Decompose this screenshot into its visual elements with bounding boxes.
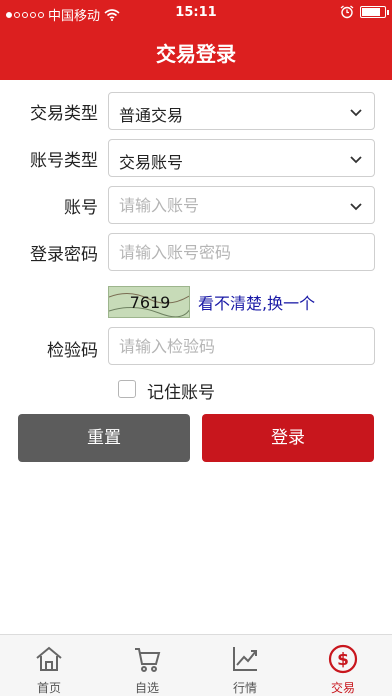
chart-icon [233,647,257,671]
tab-label: 交易 [330,681,355,695]
tab-label: 行情 [232,681,257,695]
verify-code-label: 检验码 [47,341,98,361]
account-type-label: 账号类型 [30,151,98,171]
chevron-down-icon[interactable] [348,198,364,214]
captcha-image[interactable]: 7619 [108,286,190,318]
account-label: 账号 [64,198,98,218]
password-input[interactable] [109,234,374,270]
captcha-code: 7619 [129,293,171,312]
tab-market[interactable]: 行情 [196,635,294,696]
nav-bar: 交易登录 [0,26,392,80]
alarm-icon [340,5,354,19]
trade-type-value: 普通交易 [119,106,184,125]
battery-icon [360,6,389,18]
tab-home[interactable]: 首页 [0,635,98,696]
trade-type-label: 交易类型 [30,104,98,124]
svg-text:$: $ [337,650,349,670]
dollar-icon: $ [328,644,358,674]
chevron-down-icon [350,109,362,117]
tab-label: 自选 [134,681,159,695]
account-type-value: 交易账号 [119,153,184,172]
status-right [340,5,389,19]
remember-account-label[interactable]: 记住账号 [147,378,215,403]
password-field[interactable] [108,233,375,271]
tab-watchlist[interactable]: 自选 [98,635,196,696]
account-input[interactable] [109,187,374,223]
reset-button[interactable]: 重置 [18,414,190,462]
chevron-down-icon [350,156,362,164]
remember-account-checkbox[interactable] [118,380,136,398]
status-time: 15:11 [175,5,217,20]
status-bar: 中国移动 15:11 [0,0,392,26]
captcha-refresh-link[interactable]: 看不清楚,换一个 [198,290,315,314]
trade-type-select[interactable]: 普通交易 [108,92,375,130]
home-icon [36,646,62,671]
login-button[interactable]: 登录 [202,414,374,462]
page-title: 交易登录 [156,42,236,66]
tab-label: 首页 [36,681,61,695]
account-field[interactable] [108,186,375,224]
verify-code-input[interactable] [109,328,374,364]
cart-icon [135,648,161,672]
tab-trade[interactable]: $ 交易 [294,635,392,696]
tab-bar: 首页 自选 行情 $ 交易 [0,634,392,696]
verify-code-field[interactable] [108,327,375,365]
password-label: 登录密码 [30,245,98,265]
account-type-select[interactable]: 交易账号 [108,139,375,177]
